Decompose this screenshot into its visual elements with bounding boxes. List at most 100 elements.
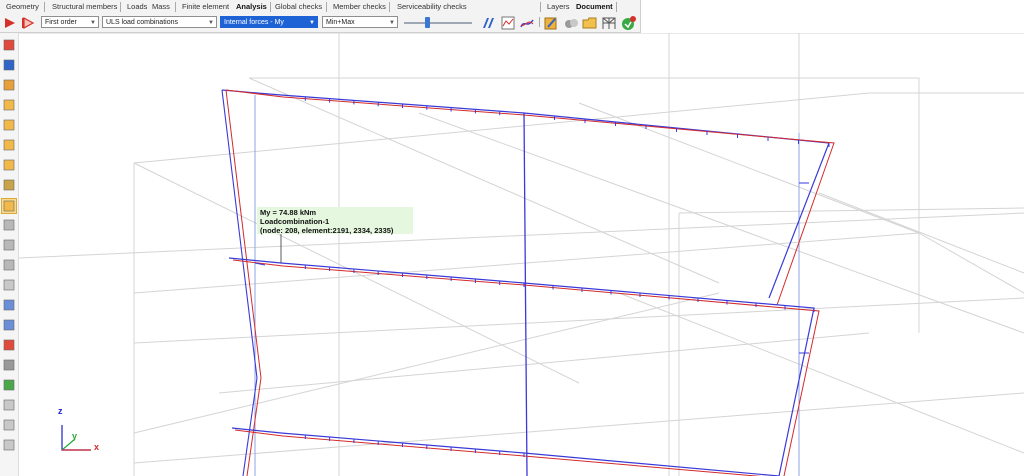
chevron-down-icon: ▼ bbox=[309, 20, 315, 26]
box-icon bbox=[3, 159, 15, 171]
sidebar-button-1[interactable] bbox=[2, 38, 16, 52]
result-tooltip: My = 74.88 kNm Loadcombination-1 (node: … bbox=[257, 207, 413, 235]
menu-member-checks[interactable]: Member checks bbox=[333, 2, 386, 11]
menu-separator bbox=[616, 2, 617, 12]
menu-separator bbox=[44, 2, 45, 12]
node-icon bbox=[3, 359, 15, 371]
menu-analysis[interactable]: Analysis bbox=[236, 2, 267, 11]
node-icon bbox=[3, 339, 15, 351]
sidebar-button-18[interactable] bbox=[2, 378, 16, 392]
menu-bar: Geometry Structural members Loads Mass F… bbox=[0, 0, 640, 14]
sidebar-button-2[interactable] bbox=[2, 58, 16, 72]
chevron-down-icon: ▼ bbox=[90, 20, 96, 26]
axis-label-z: z bbox=[58, 406, 63, 416]
structure-icon[interactable] bbox=[601, 15, 617, 31]
diagram-chart-icon[interactable] bbox=[500, 15, 516, 31]
box-icon bbox=[3, 119, 15, 131]
menu-mass[interactable]: Mass bbox=[152, 2, 170, 11]
chevron-down-icon: ▼ bbox=[208, 20, 214, 26]
menu-geometry[interactable]: Geometry bbox=[6, 2, 39, 11]
sidebar-button-11[interactable] bbox=[2, 238, 16, 252]
sheet-icon bbox=[3, 399, 15, 411]
menu-separator bbox=[540, 2, 541, 12]
report-icon[interactable] bbox=[543, 15, 559, 31]
result-type-value: Internal forces - My bbox=[224, 19, 284, 26]
menu-separator bbox=[270, 2, 271, 12]
sidebar-button-21[interactable] bbox=[2, 438, 16, 452]
analysis-order-value: First order bbox=[45, 19, 77, 26]
sidebar-button-19[interactable] bbox=[2, 398, 16, 412]
load-combination-select[interactable]: ULS load combinations ▼ bbox=[102, 16, 217, 28]
sidebar-button-4[interactable] bbox=[2, 98, 16, 112]
sidebar-button-15[interactable] bbox=[2, 318, 16, 332]
sidebar-button-16[interactable] bbox=[2, 338, 16, 352]
result-type-select[interactable]: Internal forces - My ▼ bbox=[220, 16, 318, 28]
folder-icon[interactable] bbox=[582, 15, 598, 31]
diagram-tick-marks bbox=[304, 96, 830, 457]
box-icon bbox=[3, 99, 15, 111]
tooltip-moment-value: My = 74.88 kNm bbox=[260, 208, 317, 217]
axis-label-x: x bbox=[94, 442, 100, 452]
frame-structure[interactable] bbox=[221, 89, 835, 476]
sidebar-button-17[interactable] bbox=[2, 358, 16, 372]
menu-separator bbox=[389, 2, 390, 12]
background-grid bbox=[19, 33, 1024, 476]
check-icon bbox=[3, 379, 15, 391]
menu-document[interactable]: Document bbox=[576, 2, 613, 11]
menu-structural-members[interactable]: Structural members bbox=[52, 2, 117, 11]
layer-icon bbox=[3, 259, 15, 271]
analysis-toolbar: First order ▼ ULS load combinations ▼ Inte… bbox=[0, 14, 640, 32]
scale-slider-track[interactable] bbox=[404, 22, 472, 24]
mirror-icon bbox=[3, 319, 15, 331]
sidebar-button-7[interactable] bbox=[2, 158, 16, 172]
envelope-value: Min+Max bbox=[326, 19, 355, 26]
sheet-icon bbox=[3, 439, 15, 451]
sidebar-button-13[interactable] bbox=[2, 278, 16, 292]
menu-finite-element[interactable]: Finite element bbox=[182, 2, 229, 11]
menu-separator bbox=[175, 2, 176, 12]
sidebar-button-5[interactable] bbox=[2, 118, 16, 132]
play-red-icon[interactable] bbox=[2, 15, 18, 31]
box-icon bbox=[3, 139, 15, 151]
load-combination-value: ULS load combinations bbox=[106, 19, 178, 26]
menu-separator bbox=[326, 2, 327, 12]
page-icon bbox=[3, 279, 15, 291]
view-3d-icon[interactable] bbox=[563, 15, 579, 31]
play-outline-icon[interactable] bbox=[20, 15, 36, 31]
sidebar-button-9[interactable] bbox=[1, 198, 17, 214]
menu-global-checks[interactable]: Global checks bbox=[275, 2, 322, 11]
layer-icon bbox=[3, 239, 15, 251]
left-toolbar bbox=[0, 33, 19, 476]
open-box-icon bbox=[3, 200, 15, 212]
structure-view[interactable] bbox=[19, 33, 1024, 476]
sidebar-button-10[interactable] bbox=[2, 218, 16, 232]
sidebar-button-6[interactable] bbox=[2, 138, 16, 152]
3d-viewport[interactable]: z y x My = 74.88 kNm Loadcombination-1 (… bbox=[19, 33, 1024, 476]
layer-icon bbox=[3, 219, 15, 231]
axis-label-y: y bbox=[72, 431, 78, 441]
sidebar-button-14[interactable] bbox=[2, 298, 16, 312]
menu-layers[interactable]: Layers bbox=[547, 2, 570, 11]
envelope-select[interactable]: Min+Max ▼ bbox=[322, 16, 398, 28]
sidebar-button-8[interactable] bbox=[2, 178, 16, 192]
refresh-go-icon[interactable] bbox=[620, 15, 636, 31]
analysis-order-select[interactable]: First order ▼ bbox=[41, 16, 99, 28]
sidebar-button-3[interactable] bbox=[2, 78, 16, 92]
sidebar-button-20[interactable] bbox=[2, 418, 16, 432]
menu-separator bbox=[120, 2, 121, 12]
member-icon bbox=[3, 79, 15, 91]
diagram-fa-icon[interactable] bbox=[481, 15, 497, 31]
menu-serviceability-checks[interactable]: Serviceability checks bbox=[397, 2, 467, 11]
menu-loads[interactable]: Loads bbox=[127, 2, 147, 11]
section-icon bbox=[3, 299, 15, 311]
save-icon bbox=[3, 39, 15, 51]
scale-slider-thumb[interactable] bbox=[425, 17, 430, 28]
tooltip-load-combination: Loadcombination-1 bbox=[260, 217, 330, 226]
undo-icon bbox=[3, 59, 15, 71]
chevron-down-icon: ▼ bbox=[389, 20, 395, 26]
sidebar-button-12[interactable] bbox=[2, 258, 16, 272]
tooltip-node-elements: (node: 208, element:2191, 2334, 2335) bbox=[260, 226, 394, 235]
graph-icon[interactable] bbox=[519, 15, 535, 31]
top-ribbon: Geometry Structural members Loads Mass F… bbox=[0, 0, 641, 33]
toolbar-separator bbox=[539, 17, 540, 27]
